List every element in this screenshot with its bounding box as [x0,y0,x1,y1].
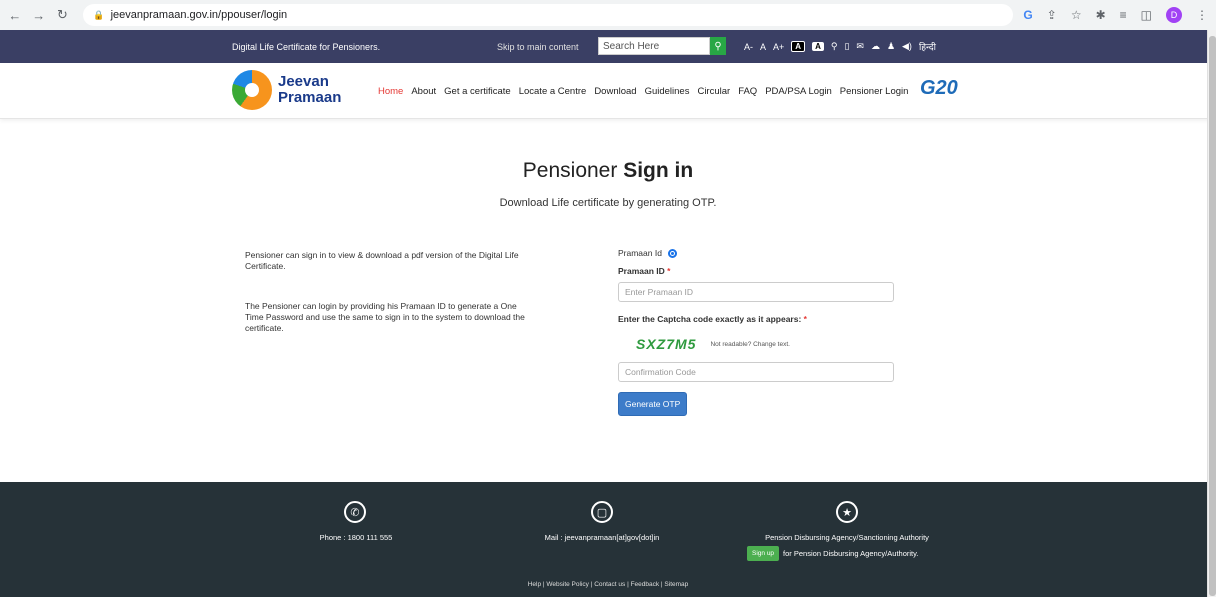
top-utility-bar: Digital Life Certificate for Pensioners.… [0,30,1216,63]
forward-arrow-icon[interactable]: → [32,8,46,23]
nav-pensioner-login[interactable]: Pensioner Login [840,86,909,97]
captcha-label: Enter the Captcha code exactly as it app… [618,314,894,324]
google-icon[interactable]: G [1023,8,1032,22]
required-mark: * [803,314,807,324]
footer-authority: Pension Disbursing Agency/Sanctioning Au… [765,533,929,542]
page-title: Pensioner Sign in [0,159,1216,183]
browser-menu-icon[interactable]: ⋮ [1196,8,1208,22]
pramaan-id-label: Pramaan ID * [618,266,894,276]
search-icon: ⚲ [714,40,722,52]
nav-about[interactable]: About [411,86,436,97]
site-footer: ✆ Phone : 1800 111 555 ▢ Mail : jeevanpr… [0,482,1216,597]
page-title-bold: Sign in [623,159,694,182]
site-logo[interactable]: Jeevan Pramaan [232,70,341,110]
nav-circular[interactable]: Circular [697,86,730,97]
normal-contrast-toggle[interactable]: A [812,42,824,51]
nav-locate-centre[interactable]: Locate a Centre [519,86,587,97]
location-icon[interactable]: ⚲ [831,41,838,52]
profile-avatar[interactable]: D [1166,7,1182,23]
page-title-light: Pensioner [522,159,618,182]
g20-logo: G20 [920,77,958,100]
footer-signup-row: Sign up for Pension Disbursing Agency/Au… [747,546,918,561]
back-arrow-icon[interactable]: ← [8,8,22,23]
required-mark: * [667,266,671,276]
phone-icon: ✆ [344,501,366,523]
mail-icon[interactable]: ✉ [856,41,864,52]
nav-guidelines[interactable]: Guidelines [645,86,690,97]
nav-faq[interactable]: FAQ [738,86,757,97]
generate-otp-button[interactable]: Generate OTP [618,392,688,416]
text-size-normal[interactable]: A [760,42,766,52]
browser-toolbar: ← → ↻ 🔒 jeevanpramaan.gov.in/ppouser/log… [0,0,1216,30]
confirmation-code-input[interactable]: Confirmation Code [618,362,894,382]
nav-pda-psa-login[interactable]: PDA/PSA Login [765,86,832,97]
mobile-icon[interactable]: ▯ [844,41,849,52]
captcha-image: SXZ7M5 [636,336,697,352]
nav-download[interactable]: Download [594,86,636,97]
url-text: jeevanpramaan.gov.in/ppouser/login [110,9,288,21]
signup-text: for Pension Disbursing Agency/Authority. [783,549,919,558]
page-scrollbar[interactable] [1207,30,1216,597]
side-panel-icon[interactable]: ◫ [1141,8,1152,22]
pramaan-id-label-text: Pramaan ID [618,266,665,276]
reload-icon[interactable]: ↻ [56,7,70,23]
jeevan-pramaan-logo-icon [232,70,272,110]
pramaan-id-input[interactable]: Enter Pramaan ID [618,282,894,302]
search-button[interactable]: ⚲ [710,37,726,55]
radio-label: Pramaan Id [618,248,662,258]
site-header: Jeevan Pramaan Home About Get a certific… [0,63,1216,119]
cloud-icon[interactable]: ☁ [871,41,880,52]
high-contrast-toggle[interactable]: A [791,41,806,52]
info-paragraph-1: Pensioner can sign in to view & download… [245,250,519,271]
footer-links[interactable]: Help | Website Policy | Contact us | Fee… [0,581,1216,588]
captcha-label-text: Enter the Captcha code exactly as it app… [618,314,802,324]
star-icon: ★ [836,501,858,523]
tablet-icon: ▢ [591,501,613,523]
hindi-language-link[interactable]: हिन्दी [919,40,936,53]
signin-form: Pramaan Id Pramaan ID * Enter Pramaan ID… [618,248,894,416]
user-icon[interactable]: ♟ [887,41,895,52]
main-content: Pensioner Sign in Download Life certific… [0,119,1216,485]
site-tagline: Digital Life Certificate for Pensioners. [232,41,381,52]
g20-logo-text: G20 [920,77,958,99]
footer-mail[interactable]: Mail : jeevanpramaan[at]gov[dot]in [522,533,682,542]
nav-get-certificate[interactable]: Get a certificate [444,86,511,97]
bookmark-star-icon[interactable]: ☆ [1071,8,1082,22]
address-bar[interactable]: 🔒 jeevanpramaan.gov.in/ppouser/login [83,4,1014,26]
extensions-icon[interactable]: ✱ [1096,8,1106,22]
pramaan-id-radio[interactable] [667,248,677,258]
signup-button[interactable]: Sign up [747,546,780,561]
nav-home[interactable]: Home [378,86,403,97]
logo-line2: Pramaan [278,89,342,106]
text-size-decrease[interactable]: A- [744,42,753,52]
page-subtitle: Download Life certificate by generating … [499,197,717,209]
share-icon[interactable]: ⇪ [1047,8,1057,22]
text-size-increase[interactable]: A+ [773,42,784,52]
footer-phone: Phone : 1800 111 555 [319,533,393,542]
accessibility-tools: A- A A+ A A ⚲ ▯ ✉ ☁ ♟ ◀) हिन्दी [744,40,936,53]
skip-to-main-link[interactable]: Skip to main content [497,42,579,52]
info-paragraph-2: The Pensioner can login by providing his… [245,301,525,333]
logo-line1: Jeevan [278,73,329,90]
change-captcha-link[interactable]: Not readable? Change text. [710,341,790,348]
scrollbar-thumb[interactable] [1209,36,1216,596]
lock-icon: 🔒 [93,9,105,20]
reading-list-icon[interactable]: ≡ [1120,8,1127,22]
main-nav: Home About Get a certificate Locate a Ce… [378,86,908,97]
search-input[interactable]: Search Here [598,37,710,55]
pramaan-id-option[interactable]: Pramaan Id [618,248,894,258]
speaker-icon[interactable]: ◀) [902,41,912,52]
